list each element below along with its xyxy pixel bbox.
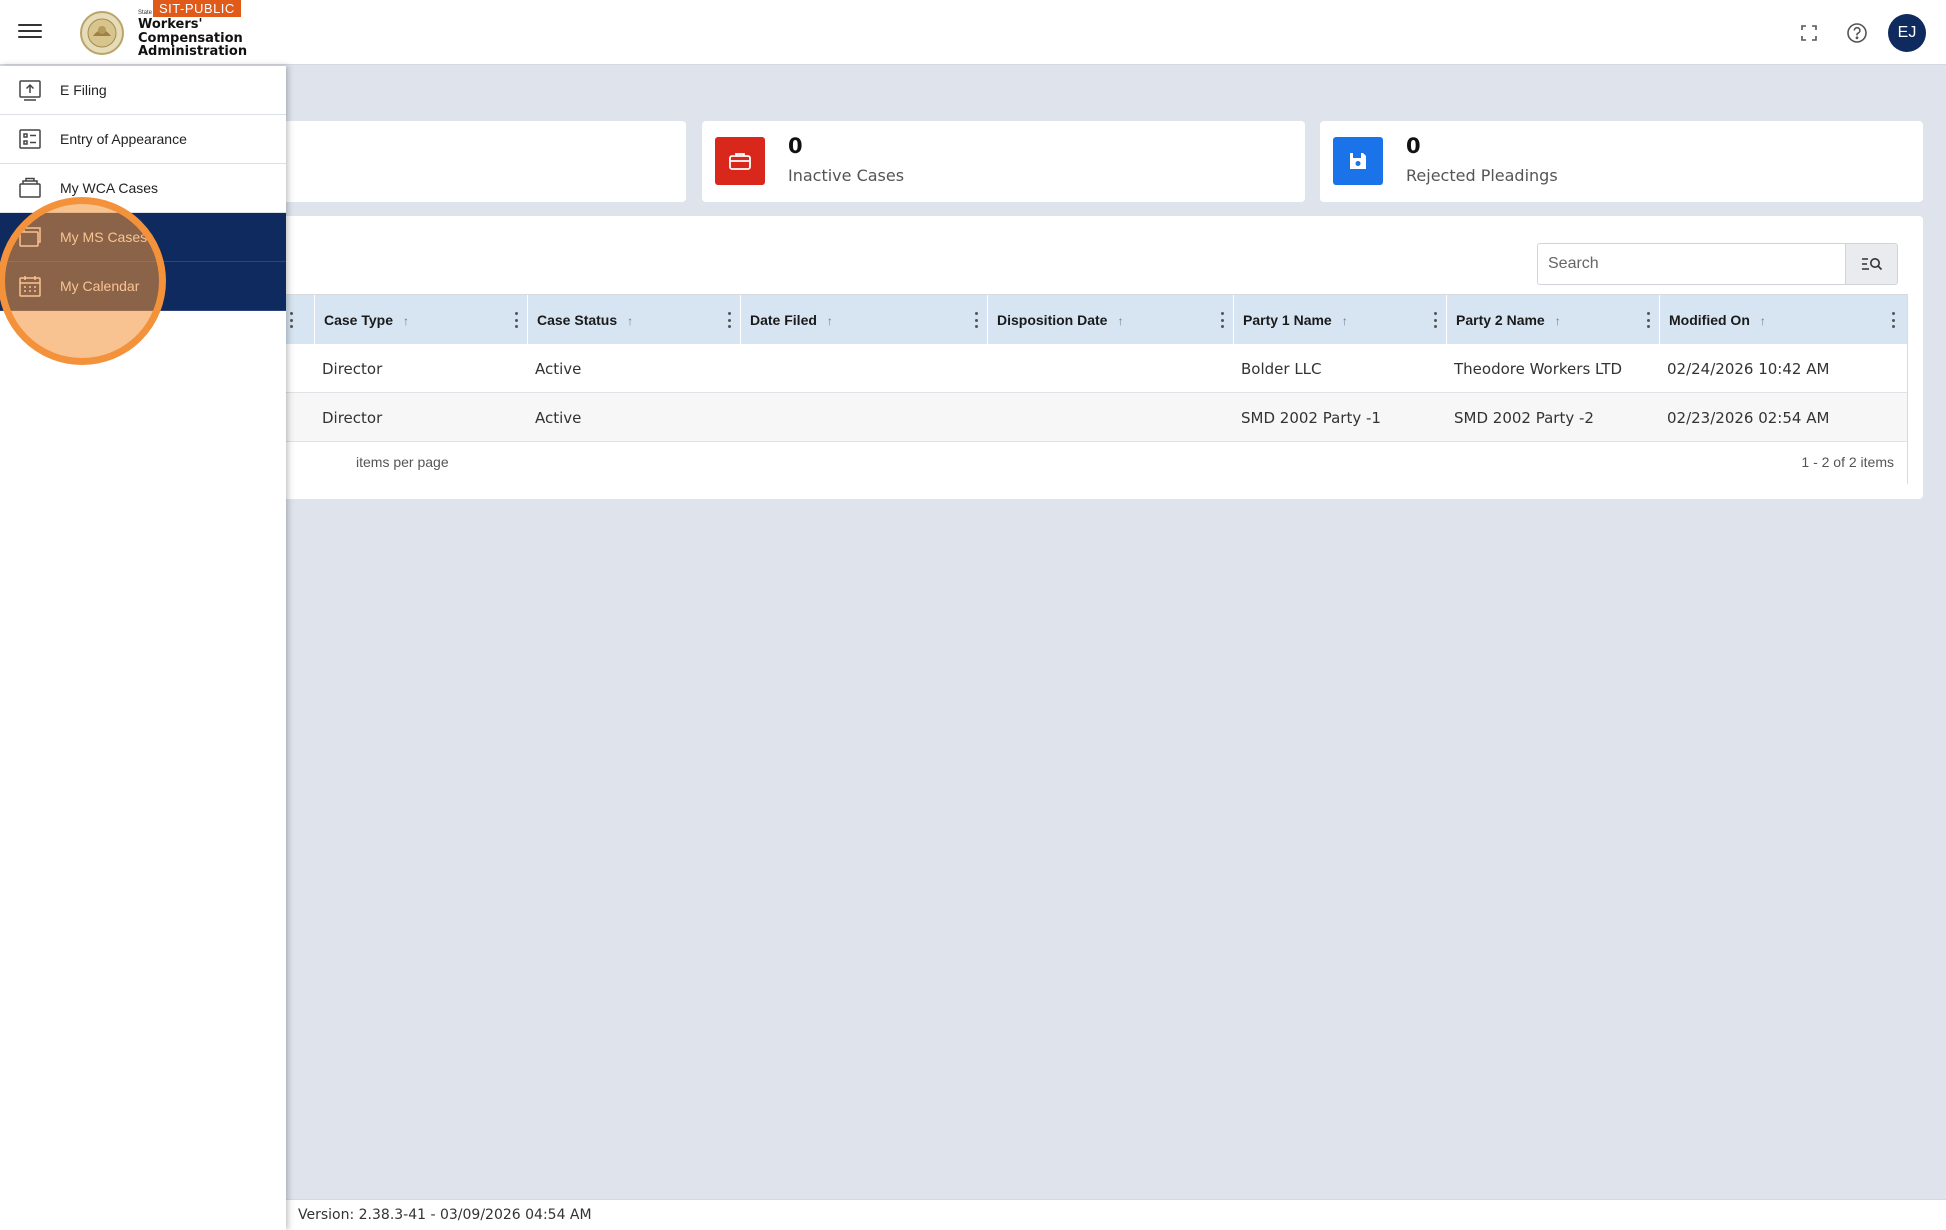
cell-party-2-name: Theodore Workers LTD bbox=[1454, 360, 1623, 378]
column-menu-icon[interactable] bbox=[1219, 312, 1225, 328]
briefcase-icon bbox=[715, 137, 765, 185]
cell-party-1-name: Bolder LLC bbox=[1241, 360, 1322, 378]
sidebar-drawer: E Filing Entry of Appearance My WCA Case… bbox=[0, 66, 286, 1230]
table-row[interactable]: Director Active Bolder LLC Theodore Work… bbox=[230, 344, 1907, 393]
cell-case-status: Active bbox=[535, 409, 582, 427]
column-menu-icon[interactable] bbox=[726, 312, 732, 328]
sort-arrow-icon: ↑ bbox=[1341, 314, 1348, 328]
column-header-party-1-name[interactable]: Party 1 Name ↑ bbox=[1233, 295, 1446, 344]
sort-arrow-icon: ↑ bbox=[1117, 314, 1124, 328]
list-icon bbox=[19, 129, 41, 149]
table-pager: 0 ▼ items per page 1 - 2 of 2 items bbox=[216, 442, 1907, 484]
column-menu-icon[interactable] bbox=[513, 312, 519, 328]
column-menu-icon[interactable] bbox=[1432, 312, 1438, 328]
column-header-disposition-date[interactable]: Disposition Date ↑ bbox=[987, 295, 1233, 344]
floppy-icon bbox=[1333, 137, 1383, 185]
upload-icon bbox=[19, 80, 41, 101]
app-footer: Version: 2.38.3-41 - 03/09/2026 04:54 AM bbox=[286, 1199, 1946, 1230]
rejected-pleadings-label: Rejected Pleadings bbox=[1406, 166, 1558, 185]
app-header: State of Workers' Compensation Administr… bbox=[0, 0, 1946, 65]
cell-case-type: Director bbox=[322, 360, 383, 378]
pager-info: 1 - 2 of 2 items bbox=[1801, 454, 1894, 470]
cell-case-type: Director bbox=[322, 409, 383, 427]
column-header-case-status[interactable]: Case Status ↑ bbox=[527, 295, 740, 344]
cell-case-status: Active bbox=[535, 360, 582, 378]
column-header-party-2-name[interactable]: Party 2 Name ↑ bbox=[1446, 295, 1659, 344]
table-row[interactable]: Director Active SMD 2002 Party -1 SMD 20… bbox=[230, 393, 1907, 442]
briefcase-icon bbox=[19, 177, 41, 198]
sort-arrow-icon: ↑ bbox=[1759, 314, 1766, 328]
fullscreen-icon[interactable] bbox=[1795, 19, 1823, 47]
help-icon[interactable] bbox=[1843, 19, 1871, 47]
sort-arrow-icon: ↑ bbox=[1554, 314, 1561, 328]
inactive-cases-card[interactable]: 0 Inactive Cases bbox=[702, 121, 1305, 202]
column-menu-icon[interactable] bbox=[1645, 312, 1651, 328]
cell-party-2-name: SMD 2002 Party -2 bbox=[1454, 409, 1594, 427]
rejected-pleadings-count: 0 bbox=[1406, 134, 1421, 158]
hamburger-menu-icon[interactable] bbox=[18, 20, 42, 44]
calendar-icon bbox=[19, 276, 41, 297]
sidebar-item-entry-of-appearance[interactable]: Entry of Appearance bbox=[0, 115, 286, 164]
sidebar-item-my-wca-cases[interactable]: My WCA Cases bbox=[0, 164, 286, 213]
sidebar-item-my-calendar[interactable]: My Calendar bbox=[0, 262, 286, 311]
column-menu-icon[interactable] bbox=[1890, 312, 1896, 328]
column-header-case-type[interactable]: Case Type ↑ bbox=[314, 295, 527, 344]
inactive-cases-count: 0 bbox=[788, 134, 803, 158]
search-button[interactable] bbox=[1845, 243, 1898, 285]
version-text: Version: 2.38.3-41 - 03/09/2026 04:54 AM bbox=[298, 1207, 592, 1223]
column-header-modified-on[interactable]: Modified On ↑ bbox=[1659, 295, 1907, 344]
sort-arrow-icon: ↑ bbox=[403, 314, 409, 328]
cell-party-1-name: SMD 2002 Party -1 bbox=[1241, 409, 1381, 427]
search-list-icon bbox=[1861, 258, 1882, 271]
sort-arrow-icon: ↑ bbox=[627, 314, 634, 328]
sidebar-item-my-ms-cases[interactable]: My MS Cases bbox=[0, 213, 286, 262]
cases-icon bbox=[19, 227, 41, 247]
state-seal-logo bbox=[80, 11, 124, 55]
cell-modified-on: 02/24/2026 10:42 AM bbox=[1667, 360, 1830, 378]
cases-table: Case Type ↑ Case Status ↑ Date Filed ↑ Disp… bbox=[216, 294, 1908, 484]
column-menu-icon[interactable] bbox=[973, 312, 979, 328]
logo-text: Workers' Compensation Administration bbox=[138, 17, 248, 59]
environment-badge: SIT-PUBLIC bbox=[153, 0, 241, 17]
column-header-date-filed[interactable]: Date Filed ↑ bbox=[740, 295, 987, 344]
table-header: Case Type ↑ Case Status ↑ Date Filed ↑ Disp… bbox=[230, 295, 1907, 344]
cell-modified-on: 02/23/2026 02:54 AM bbox=[1667, 409, 1830, 427]
stat-card-partial[interactable] bbox=[230, 121, 686, 202]
user-avatar[interactable]: EJ bbox=[1888, 14, 1926, 52]
sort-arrow-icon: ↑ bbox=[826, 314, 833, 328]
search-input[interactable] bbox=[1537, 243, 1845, 285]
sidebar-item-e-filing[interactable]: E Filing bbox=[0, 66, 286, 115]
column-menu-icon[interactable] bbox=[288, 312, 294, 328]
items-per-page-label: items per page bbox=[356, 454, 449, 470]
rejected-pleadings-card[interactable]: 0 Rejected Pleadings bbox=[1320, 121, 1923, 202]
inactive-cases-label: Inactive Cases bbox=[788, 166, 905, 185]
